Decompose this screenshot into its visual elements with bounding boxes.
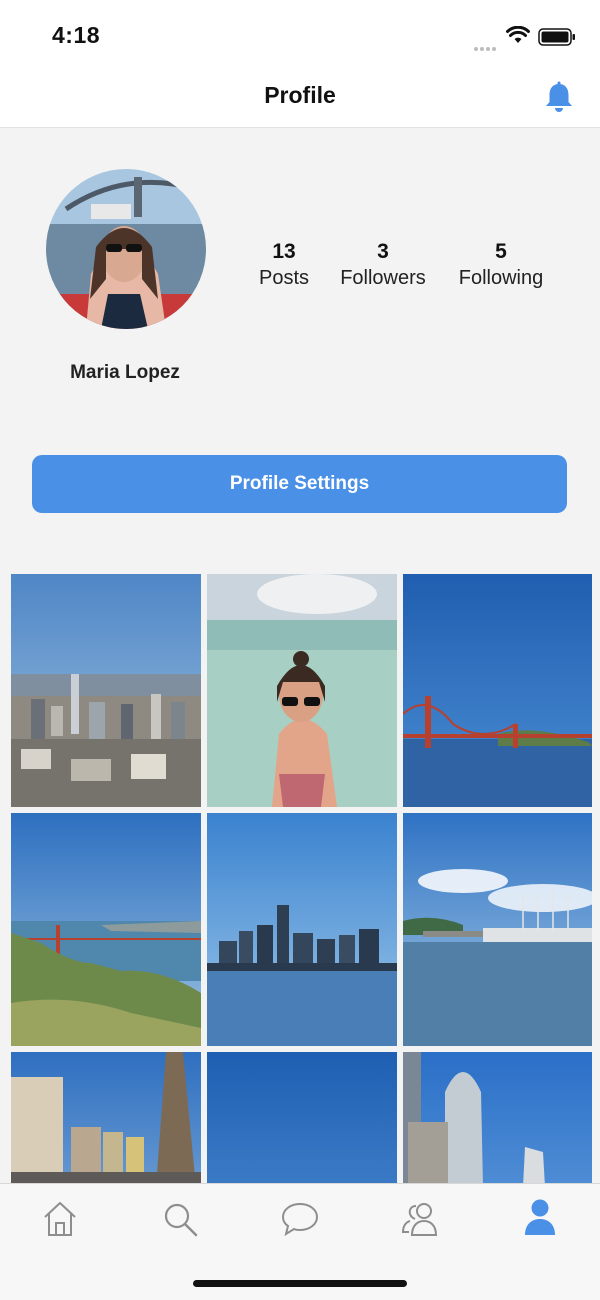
chat-icon[interactable] (278, 1197, 322, 1241)
wifi-icon (506, 26, 530, 43)
navigation-bar: Profile (0, 70, 600, 128)
following-count: 5 (495, 240, 507, 263)
search-icon[interactable] (158, 1197, 202, 1241)
cellular-signal-icon (474, 38, 498, 56)
photo-tower[interactable] (403, 1052, 592, 1183)
friends-icon[interactable] (398, 1197, 442, 1241)
followers-label: Followers (340, 267, 426, 289)
photo-marina[interactable] (403, 813, 592, 1046)
status-time: 4:18 (52, 22, 101, 48)
status-bar: 4:18 (0, 0, 600, 70)
followers-stat[interactable]: 3 Followers (323, 240, 443, 292)
photo-skyline-water[interactable] (207, 813, 397, 1046)
photo-city-skyline[interactable] (11, 574, 201, 807)
profile-settings-button[interactable]: Profile Settings (32, 455, 567, 513)
photo-blue-sky[interactable] (207, 1052, 397, 1183)
following-stat[interactable]: 5 Following (441, 240, 561, 292)
avatar[interactable] (46, 169, 206, 329)
avatar-photo (46, 169, 206, 329)
home-icon[interactable] (38, 1197, 82, 1241)
photo-las-vegas[interactable] (11, 1052, 201, 1183)
battery-icon (538, 28, 575, 46)
followers-count: 3 (377, 240, 389, 263)
photo-grid (11, 574, 592, 1183)
following-label: Following (458, 267, 544, 289)
person-icon[interactable] (518, 1195, 562, 1239)
photo-golden-gate-bridge[interactable] (403, 574, 592, 807)
page-title: Profile (264, 82, 336, 108)
profile-name: Maria Lopez (70, 362, 180, 383)
bell-icon[interactable] (541, 80, 577, 116)
photo-bay-hills[interactable] (11, 813, 201, 1046)
home-indicator[interactable] (193, 1280, 407, 1287)
photo-beach-selfie[interactable] (207, 574, 397, 807)
